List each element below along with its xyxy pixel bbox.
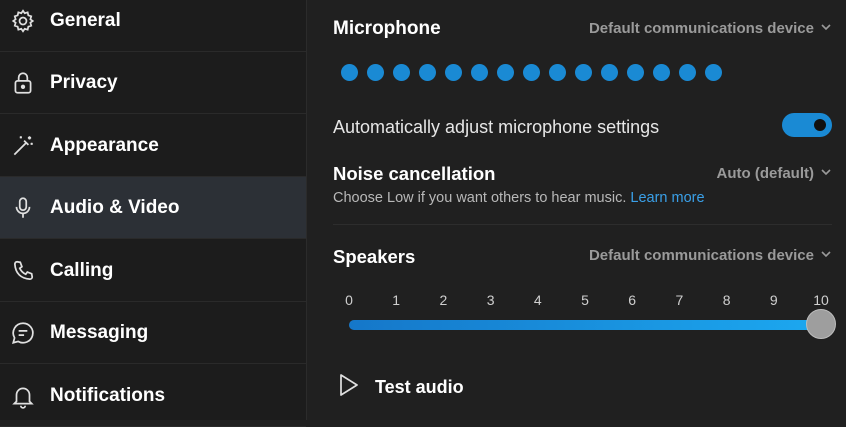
volume-tick-label: 6 <box>628 292 637 308</box>
volume-slider-track[interactable] <box>349 320 821 330</box>
play-icon <box>337 372 361 403</box>
mic-level-dot <box>341 64 358 81</box>
toggle-knob <box>814 119 826 131</box>
mic-level-dot <box>367 64 384 81</box>
mic-level-dot <box>393 64 410 81</box>
microphone-icon <box>9 194 37 222</box>
volume-tick-label: 10 <box>813 292 829 308</box>
sidebar-item-label: Notifications <box>50 384 166 406</box>
chat-bubble-icon <box>9 319 37 347</box>
noise-cancellation-dropdown[interactable]: Auto (default) <box>717 165 832 182</box>
volume-tick-label: 1 <box>392 292 401 308</box>
mic-level-dot <box>471 64 488 81</box>
volume-tick-label: 5 <box>581 292 589 308</box>
sidebar-item-appearance[interactable]: Appearance <box>0 115 306 177</box>
sidebar-item-privacy[interactable]: Privacy <box>0 52 306 114</box>
test-audio-button[interactable]: Test audio <box>337 372 464 403</box>
sidebar-item-label: General <box>50 9 121 31</box>
lock-icon <box>9 69 37 97</box>
mic-level-dot <box>679 64 696 81</box>
auto-adjust-toggle[interactable] <box>782 113 832 137</box>
volume-tick-label: 4 <box>533 292 542 308</box>
sidebar-item-label: Messaging <box>50 321 149 343</box>
test-audio-label: Test audio <box>375 377 464 397</box>
mic-level-dot <box>653 64 670 81</box>
mic-level-dot <box>705 64 722 81</box>
sidebar-item-label: Calling <box>50 259 114 281</box>
noise-cancellation-title: Noise cancellation <box>333 163 496 184</box>
mic-level-dot <box>523 64 540 81</box>
sidebar-item-notifications[interactable]: Notifications <box>0 365 306 427</box>
mic-level-dot <box>549 64 566 81</box>
chevron-down-icon <box>820 20 832 37</box>
noise-cancellation-hint: Choose Low if you want others to hear mu… <box>333 190 705 206</box>
chevron-down-icon <box>820 165 832 182</box>
sidebar-item-label: Privacy <box>50 71 118 93</box>
microphone-device-label: Default communications device <box>588 20 814 37</box>
volume-tick-label: 2 <box>439 292 448 308</box>
volume-tick-label: 3 <box>486 292 495 308</box>
sidebar-item-general[interactable]: General <box>0 0 306 52</box>
volume-slider-fill <box>349 320 821 330</box>
sidebar-item-calling[interactable]: Calling <box>0 240 306 302</box>
sidebar-item-messaging[interactable]: Messaging <box>0 302 306 364</box>
volume-tick-labels: 0 1 2 3 4 5 6 7 8 9 10 <box>345 292 829 310</box>
chevron-down-icon <box>820 247 832 264</box>
speakers-device-label: Default communications device <box>588 247 814 264</box>
bell-icon <box>9 382 37 410</box>
phone-icon <box>9 257 37 285</box>
volume-tick-label: 0 <box>345 292 353 308</box>
gear-icon <box>9 7 37 35</box>
microphone-level-meter <box>341 64 722 81</box>
mic-level-dot <box>497 64 514 81</box>
microphone-title: Microphone <box>333 18 441 39</box>
noise-hint-text: Choose Low if you want others to hear mu… <box>333 190 627 206</box>
volume-tick-label: 9 <box>769 292 778 308</box>
speakers-title: Speakers <box>333 246 416 267</box>
mic-level-dot <box>575 64 592 81</box>
section-divider <box>333 224 832 225</box>
microphone-device-dropdown[interactable]: Default communications device <box>589 20 832 37</box>
learn-more-link[interactable]: Learn more <box>630 190 704 206</box>
auto-adjust-label: Automatically adjust microphone settings <box>333 117 660 137</box>
sidebar-item-audio-video[interactable]: Audio & Video <box>0 177 306 239</box>
volume-tick-label: 7 <box>675 292 684 308</box>
mic-level-dot <box>627 64 644 81</box>
volume-tick-label: 8 <box>722 292 731 308</box>
sidebar-item-label: Audio & Video <box>50 196 180 218</box>
volume-slider-thumb[interactable] <box>806 309 836 339</box>
mic-level-dot <box>601 64 618 81</box>
mic-level-dot <box>419 64 436 81</box>
speakers-device-dropdown[interactable]: Default communications device <box>589 247 832 264</box>
settings-sidebar: General Privacy Appearance Audio & Video… <box>0 0 307 427</box>
noise-cancellation-value: Auto (default) <box>716 165 814 182</box>
audio-video-settings: Microphone Default communications device… <box>307 0 846 420</box>
sidebar-item-label: Appearance <box>50 134 159 156</box>
magic-wand-icon <box>9 132 37 160</box>
mic-level-dot <box>445 64 462 81</box>
